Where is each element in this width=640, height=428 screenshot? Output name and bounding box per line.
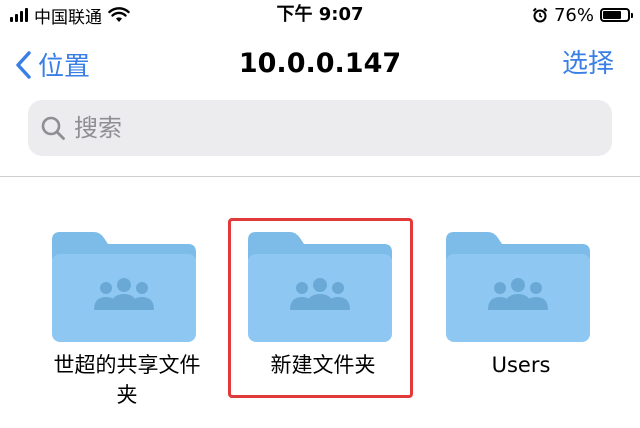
folder-item[interactable]: 世超的共享文件夹 [52,230,202,410]
status-right: 76% [532,4,633,26]
status-bar: 中国联通 下午 9:07 76% [0,0,640,32]
search-icon [41,116,65,140]
divider [0,176,640,177]
search-input[interactable] [74,114,574,142]
folder-item[interactable]: Users [446,230,596,380]
folder-name: Users [491,353,551,377]
folder-name: 世超的共享文件夹 [53,353,201,407]
page-title: 10.0.0.147 [238,48,402,79]
navigation-bar: 位置 10.0.0.147 选择 [0,40,640,88]
folder-name: 新建文件夹 [270,353,376,377]
back-label: 位置 [38,52,91,82]
battery-icon [600,8,633,22]
shared-folder-icon [446,232,590,342]
chevron-left-icon [16,50,31,79]
shared-folder-icon [248,232,392,342]
search-bar[interactable] [28,100,612,156]
select-button[interactable]: 选择 [562,46,614,82]
battery-fill [603,11,622,19]
shared-folder-icon [52,232,196,342]
folder-item[interactable]: 新建文件夹 [248,230,398,380]
alarm-icon [532,7,548,23]
battery-percent: 76% [553,4,594,26]
back-button[interactable]: 位置 [14,46,90,83]
